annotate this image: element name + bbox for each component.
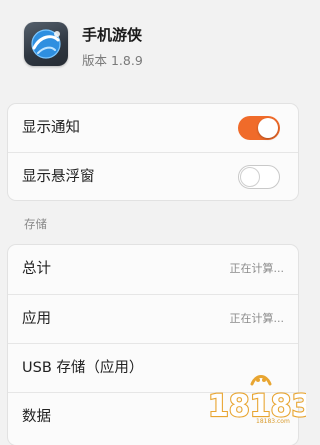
storage-apps-value: 正在计算... — [229, 312, 285, 325]
storage-section-title: 存储 — [24, 217, 47, 231]
site-watermark-logo: 18183 18183.com — [206, 372, 306, 430]
toggle-knob — [240, 167, 260, 187]
show-floating-window-row[interactable]: 显示悬浮窗 — [8, 152, 298, 201]
app-version: 版本 1.8.9 — [82, 53, 143, 68]
storage-total-row[interactable]: 总计 正在计算... — [8, 245, 298, 293]
show-notification-toggle[interactable] — [238, 116, 280, 140]
show-floating-window-toggle[interactable] — [238, 165, 280, 189]
app-logo-icon — [24, 22, 68, 66]
watermark-subtext: 18183.com — [256, 418, 290, 425]
storage-total-label: 总计 — [22, 261, 51, 277]
storage-apps-row[interactable]: 应用 正在计算... — [8, 294, 298, 343]
show-notification-label: 显示通知 — [22, 120, 80, 136]
storage-apps-label: 应用 — [22, 311, 51, 327]
app-name: 手机游侠 — [82, 26, 143, 44]
storage-usb-label: USB 存储（应用） — [22, 360, 144, 376]
storage-data-label: 数据 — [22, 409, 51, 425]
show-notification-row[interactable]: 显示通知 — [8, 104, 298, 152]
storage-total-value: 正在计算... — [229, 262, 285, 275]
toggle-knob — [258, 118, 278, 138]
app-header: 手机游侠 版本 1.8.9 — [0, 0, 310, 92]
notification-settings-card: 显示通知 显示悬浮窗 — [8, 104, 298, 200]
show-floating-window-label: 显示悬浮窗 — [22, 169, 95, 185]
